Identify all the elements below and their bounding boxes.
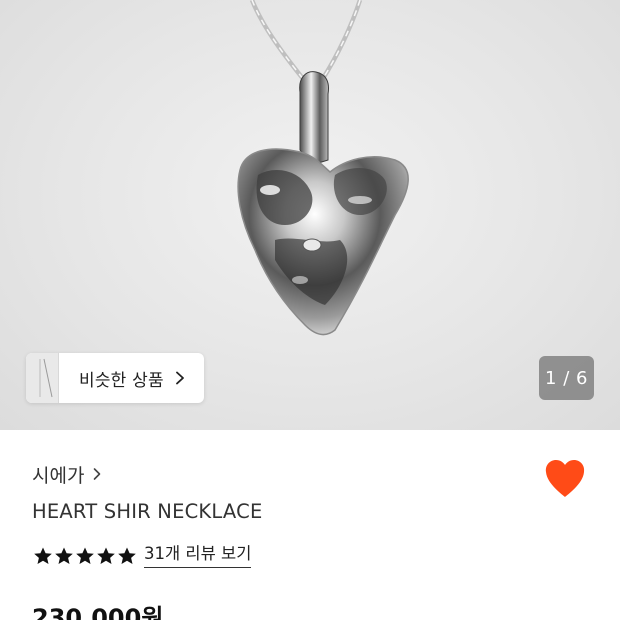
- star-icon: [97, 547, 115, 564]
- brand-name: 시에가: [32, 464, 85, 487]
- star-icon: [76, 547, 94, 564]
- star-icon: [118, 547, 136, 564]
- product-price: 230,000원: [32, 604, 164, 620]
- chevron-right-icon: [175, 371, 184, 385]
- product-title: HEART SHIR NECKLACE: [32, 500, 263, 523]
- chevron-right-icon: [94, 468, 101, 480]
- brand-link[interactable]: 시에가: [32, 460, 102, 488]
- heart-icon[interactable]: [543, 458, 587, 500]
- star-icon: [55, 547, 73, 564]
- star-icon: [34, 547, 52, 564]
- product-image-gallery[interactable]: 비슷한 상품 1 / 6: [0, 0, 620, 430]
- image-pager-indicator: 1 / 6: [539, 356, 594, 400]
- rating-summary: 31개 리뷰 보기: [33, 542, 252, 570]
- reviews-link[interactable]: 31개 리뷰 보기: [144, 544, 252, 568]
- similar-products-button[interactable]: 비슷한 상품: [26, 353, 204, 403]
- star-rating: [33, 546, 137, 566]
- product-detail-page: 비슷한 상품 1 / 6 시에가 HEART SHIR NECKLACE 31개…: [0, 0, 620, 620]
- similar-products-label: 비슷한 상품: [79, 370, 164, 391]
- similar-product-thumbnail: [26, 353, 59, 403]
